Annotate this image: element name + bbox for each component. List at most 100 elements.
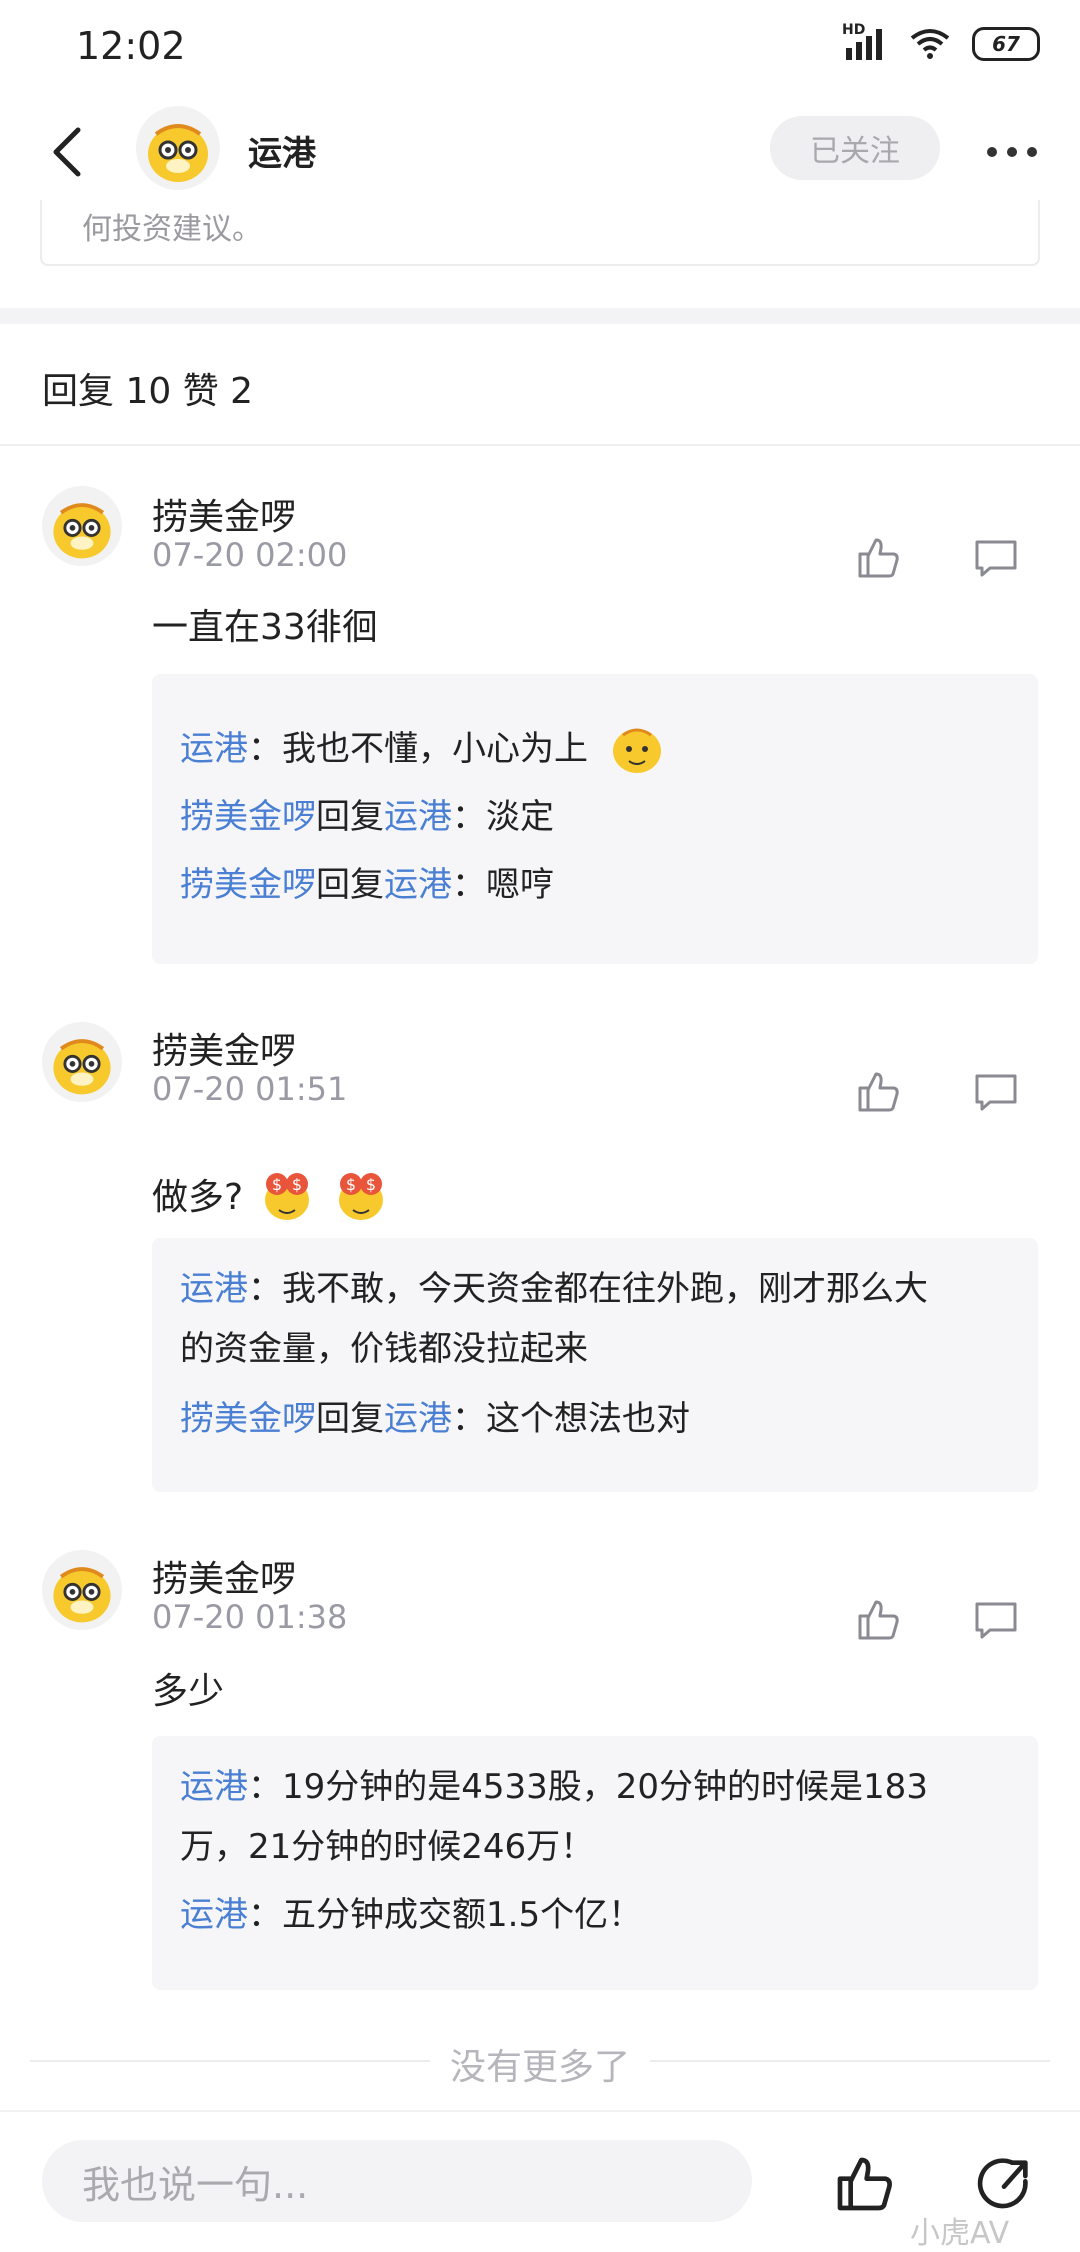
svg-text:$: $ — [366, 1175, 376, 1194]
status-icons: HD 67 — [842, 22, 1040, 62]
comment-time: 07-20 01:38 — [152, 1598, 348, 1636]
reply-user[interactable]: 捞美金啰 — [180, 797, 316, 837]
like-button[interactable] — [854, 1596, 902, 1644]
reply-text: ：五分钟成交额1.5个亿！ — [248, 1895, 643, 1935]
header: 运港 已关注 — [0, 96, 1080, 208]
reply-text-continued: 的资金量，价钱都没拉起来 — [180, 1329, 588, 1369]
reply-text: ：19分钟的是4533股，20分钟的时候是183 — [248, 1767, 928, 1807]
reply-word: 回复 — [316, 797, 384, 837]
more-button[interactable] — [982, 132, 1042, 172]
avatar[interactable] — [42, 1550, 122, 1630]
reply-user[interactable]: 运港 — [180, 1269, 248, 1309]
bottom-bar: 我也说一句... 小虎AV — [0, 2110, 1080, 2251]
comment-item: 捞美金啰 07-20 02:00 一直在33徘徊 运港：我也不懂，小心为上 捞美… — [0, 486, 1080, 966]
reply-user[interactable]: 捞美金啰 — [180, 865, 316, 905]
status-bar: 12:02 HD 67 — [0, 0, 1080, 96]
reply-box: 运港：我不敢，今天资金都在往外跑，刚才那么大 的资金量，价钱都没拉起来 捞美金啰… — [152, 1238, 1038, 1492]
tiger-emoji-icon — [612, 728, 661, 773]
end-of-list: 没有更多了 — [0, 2030, 1080, 2090]
reply-user[interactable]: 运港 — [180, 729, 248, 769]
thumbs-up-icon — [858, 1072, 899, 1112]
status-time: 12:02 — [76, 24, 186, 68]
reply-text: ：嗯哼 — [452, 865, 554, 905]
divider — [30, 2060, 430, 2062]
section-divider — [0, 308, 1080, 324]
tiger-avatar-icon — [53, 503, 111, 559]
like-button[interactable] — [854, 534, 902, 582]
wifi-icon — [910, 29, 950, 59]
comment-author[interactable]: 捞美金啰 — [152, 1022, 296, 1074]
comment-time: 07-20 02:00 — [152, 536, 348, 574]
reply-button[interactable] — [972, 534, 1020, 582]
reply-text: ：我不敢，今天资金都在往外跑，刚才那么大 — [248, 1269, 928, 1309]
money-eyes-tiger-emoji-icon: $ $ — [265, 1173, 310, 1220]
reply-target[interactable]: 运港 — [384, 1399, 452, 1439]
reply-target[interactable]: 运港 — [384, 797, 452, 837]
reply-text: ：我也不懂，小心为上 — [248, 729, 588, 769]
reply-text-continued: 万，21分钟的时候246万！ — [180, 1827, 595, 1867]
comment-item: 捞美金啰 07-20 01:51 做多? $ $ $ $ 运港：我不敢，今天资金… — [0, 1022, 1080, 1492]
avatar[interactable] — [42, 486, 122, 566]
signal-icon: HD — [842, 22, 888, 62]
tiger-avatar-icon — [53, 1567, 111, 1623]
thumbs-up-icon — [837, 2157, 892, 2211]
comment-bubble-icon — [975, 1602, 1017, 1639]
comment-text: 多少 — [152, 1671, 225, 1712]
back-button[interactable] — [44, 124, 92, 180]
tiger-avatar-icon — [148, 124, 208, 182]
reply-item[interactable]: 捞美金啰回复运港：嗯哼 — [180, 854, 1010, 916]
reply-button[interactable] — [972, 1596, 1020, 1644]
share-icon — [977, 2158, 1028, 2209]
more-dots-icon — [987, 147, 1037, 157]
reply-item[interactable]: 运港：我也不懂，小心为上 — [180, 718, 1010, 781]
header-title[interactable]: 运港 — [248, 126, 316, 175]
thumbs-up-icon — [858, 538, 899, 578]
follow-button[interactable]: 已关注 — [770, 116, 940, 180]
watermark: 小虎AV — [910, 2216, 1010, 2251]
comment-text-value: 做多? — [152, 1177, 244, 1218]
reply-box: 运港：19分钟的是4533股，20分钟的时候是183 万，21分钟的时候246万… — [152, 1736, 1038, 1990]
reply-item[interactable]: 捞美金啰回复运港：这个想法也对 — [180, 1388, 1010, 1450]
share-button[interactable] — [972, 2152, 1036, 2216]
reply-word: 回复 — [316, 865, 384, 905]
back-arrow-icon — [53, 127, 81, 177]
reply-text: ：这个想法也对 — [452, 1399, 690, 1439]
reply-text: ：淡定 — [452, 797, 554, 837]
reply-target[interactable]: 运港 — [384, 865, 452, 905]
comment-text: 一直在33徘徊 — [152, 607, 378, 648]
svg-text:$: $ — [292, 1175, 302, 1194]
reply-item[interactable]: 运港：19分钟的是4533股，20分钟的时候是183 — [180, 1756, 1010, 1818]
comment-item: 捞美金啰 07-20 01:38 多少 运港：19分钟的是4533股，20分钟的… — [0, 1550, 1080, 1990]
comment-text: 做多? $ $ $ $ — [152, 1162, 393, 1226]
avatar[interactable] — [136, 106, 220, 190]
post-text: 何投资建议。 — [82, 212, 262, 247]
svg-text:$: $ — [346, 1175, 356, 1194]
comment-author[interactable]: 捞美金啰 — [152, 1550, 296, 1602]
comment-input[interactable]: 我也说一句... — [42, 2140, 752, 2222]
comment-bubble-icon — [975, 1074, 1017, 1111]
money-eyes-tiger-emoji-icon: $ $ — [339, 1173, 384, 1220]
reply-user[interactable]: 捞美金啰 — [180, 1399, 316, 1439]
divider — [0, 444, 1080, 446]
post-content-tail: 何投资建议。 — [40, 200, 1040, 266]
divider — [650, 2060, 1050, 2062]
network-type-label: HD — [842, 22, 866, 38]
reply-word: 回复 — [316, 1399, 384, 1439]
reply-box: 运港：我也不懂，小心为上 捞美金啰回复运港：淡定 捞美金啰回复运港：嗯哼 — [152, 674, 1038, 964]
thumbs-up-icon — [858, 1600, 899, 1640]
reply-stats: 回复 10 赞 2 — [42, 371, 254, 412]
reply-user[interactable]: 运港 — [180, 1767, 248, 1807]
comment-author[interactable]: 捞美金啰 — [152, 488, 296, 540]
comment-bubble-icon — [975, 540, 1017, 577]
reply-item[interactable]: 捞美金啰回复运港：淡定 — [180, 786, 1010, 848]
reply-button[interactable] — [972, 1068, 1020, 1116]
tiger-avatar-icon — [53, 1039, 111, 1095]
reply-item[interactable]: 运港：五分钟成交额1.5个亿！ — [180, 1884, 1010, 1946]
comment-time: 07-20 01:51 — [152, 1070, 348, 1108]
reply-user[interactable]: 运港 — [180, 1895, 248, 1935]
reply-item[interactable]: 运港：我不敢，今天资金都在往外跑，刚才那么大 — [180, 1258, 1010, 1320]
avatar[interactable] — [42, 1022, 122, 1102]
svg-text:$: $ — [272, 1175, 282, 1194]
like-button[interactable] — [854, 1068, 902, 1116]
like-post-button[interactable] — [832, 2152, 896, 2216]
